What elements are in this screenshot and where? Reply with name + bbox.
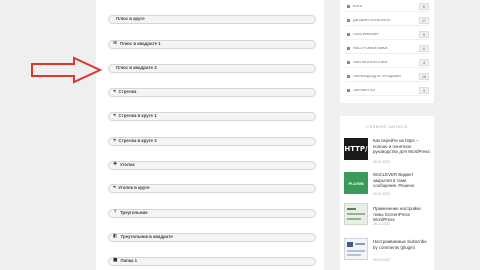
category-label: ПЛАГИНЫ/WP <box>353 32 379 36</box>
thumbnail-graphic <box>355 243 365 245</box>
triangle-square-icon: ◧ <box>113 234 118 240</box>
accordion-item[interactable]: ⊞ Плюс в квадрате 1 <box>108 40 316 49</box>
accordion-item-label: Стрелка <box>118 89 137 95</box>
plus-square-icon: ⊞ <box>113 41 118 47</box>
thumbnail-graphic <box>347 218 361 220</box>
arrow-circle-icon: ◂ <box>113 138 116 144</box>
corner-icon: ✚ <box>113 162 118 168</box>
post-thumbnail[interactable] <box>344 203 368 225</box>
accordion-item-label: Папка 1 <box>120 258 138 264</box>
post-thumbnail[interactable] <box>344 238 368 260</box>
accordion-item-label: Стрелка в круге 2 <box>118 138 157 144</box>
category-item[interactable]: ПЛАГИНЫ/WP 8 <box>345 30 429 40</box>
category-item[interactable]: НАСТРОЙКИ ВИКИ 6 <box>345 44 429 54</box>
corner-circle-icon: ◂ <box>113 185 116 191</box>
post-date: 25.12.2022 <box>373 258 390 262</box>
folder-icon <box>347 75 350 78</box>
post-date: 03.01.2023 <box>373 192 390 196</box>
thumbnail-graphic <box>347 242 353 247</box>
category-label: ДИЗАЙН ПОЛЕЗНОЕ <box>353 18 391 22</box>
folder-icon <box>347 19 350 22</box>
accordion-item-label: Плюс в квадрате 2 <box>116 65 157 71</box>
category-item[interactable]: ЭЛЕМЕНТЫ 3 <box>345 86 429 96</box>
accordion-item[interactable]: ↑ Треугольник <box>108 209 316 218</box>
category-item[interactable]: ОБРАЗЦЫ ДЛЯ ПРОДАЖИ 16 <box>345 72 429 82</box>
post-title-link[interactable]: Применение настройки темы ScreenPress Wo… <box>373 206 430 223</box>
accordion-item[interactable]: ■ Папка 1 <box>108 257 316 266</box>
category-count: 17 <box>419 17 429 24</box>
category-count: 4 <box>419 59 429 66</box>
accordion-item-label: Плюс в квадрате 1 <box>120 41 161 47</box>
accordion-item[interactable]: ◂ Стрелка в круге 1 <box>108 112 316 121</box>
accordion-item-label: Уголок в круге <box>118 185 150 191</box>
accordion-item-highlighted[interactable]: Плюс в квадрате 2 <box>108 64 316 73</box>
accordion-item[interactable]: ◂ Уголок в круге <box>108 184 316 193</box>
folder-icon <box>347 33 350 36</box>
folder-icon <box>347 89 350 92</box>
accordion-item[interactable]: ◧ Треугольник в квадрате <box>108 233 316 242</box>
accordion-item[interactable]: Плюс в круге <box>108 15 316 24</box>
post-date: 28.12.2022 <box>373 222 390 226</box>
accordion-item[interactable]: ◂ Стрелка <box>108 88 316 97</box>
accordion-item-label: Плюс в круге <box>116 16 145 22</box>
accordion-item-label: Стрелка в круге 1 <box>118 113 157 119</box>
accordion-item[interactable]: ✚ Уголок <box>108 161 316 170</box>
folder-icon <box>347 47 350 50</box>
category-item[interactable]: ДИЗАЙН ПОЛЕЗНОЕ 17 <box>345 16 429 26</box>
folder-icon <box>347 61 350 64</box>
red-pointer-arrow-icon <box>31 56 103 84</box>
post-title-link[interactable]: WoCLEVER Виджет закрытия в теме сообщени… <box>373 172 430 189</box>
accordion-item-label: Уголок <box>120 162 135 168</box>
arrow-icon: ◂ <box>113 89 116 95</box>
accordion-item-label: Треугольник в квадрате <box>120 234 173 240</box>
category-count: 16 <box>419 73 429 80</box>
category-count: 8 <box>419 31 429 38</box>
folder-icon: ■ <box>113 258 118 264</box>
category-count: 6 <box>419 3 429 10</box>
category-count: 6 <box>419 45 429 52</box>
category-label: НАСТРОЙКИ ВИКИ <box>353 46 388 50</box>
category-label: ЧАЙ МОНОПОЛИЯ <box>353 60 388 64</box>
thumbnail-graphic <box>347 208 356 210</box>
arrow-circle-icon: ◂ <box>113 113 116 119</box>
category-item[interactable]: ЧАЙ МОНОПОЛИЯ 4 <box>345 58 429 68</box>
post-title-link[interactable]: Как перейти на https – полное и понятное… <box>373 138 430 155</box>
post-thumbnail[interactable]: HTTP/ <box>344 138 368 160</box>
accordion-item[interactable]: ◂ Стрелка в круге 2 <box>108 137 316 146</box>
thumbnail-text: HTTP/ <box>344 145 368 153</box>
thumbnail-graphic <box>347 254 361 256</box>
category-item[interactable]: БЛОГ 6 <box>345 2 429 12</box>
thumbnail-graphic <box>347 213 365 215</box>
folder-icon <box>347 5 350 8</box>
post-date: 06.01.2023 <box>373 160 390 164</box>
post-thumbnail[interactable]: PLUGIN <box>344 172 368 194</box>
category-label: ЭЛЕМЕНТЫ <box>353 88 375 92</box>
post-title-link[interactable]: Настраиваемые Subscribe by comments (plu… <box>373 239 430 250</box>
category-label: ОБРАЗЦЫ ДЛЯ ПРОДАЖИ <box>353 74 401 78</box>
accordion-item-label: Треугольник <box>120 210 148 216</box>
triangle-icon: ↑ <box>113 210 118 216</box>
category-count: 3 <box>419 87 429 94</box>
category-label: БЛОГ <box>353 4 363 8</box>
thumbnail-text: PLUGIN <box>348 180 364 186</box>
thumbnail-graphic <box>347 250 365 252</box>
recent-posts-heading: СВЕЖИЕ ЗАПИСИ <box>366 124 408 129</box>
